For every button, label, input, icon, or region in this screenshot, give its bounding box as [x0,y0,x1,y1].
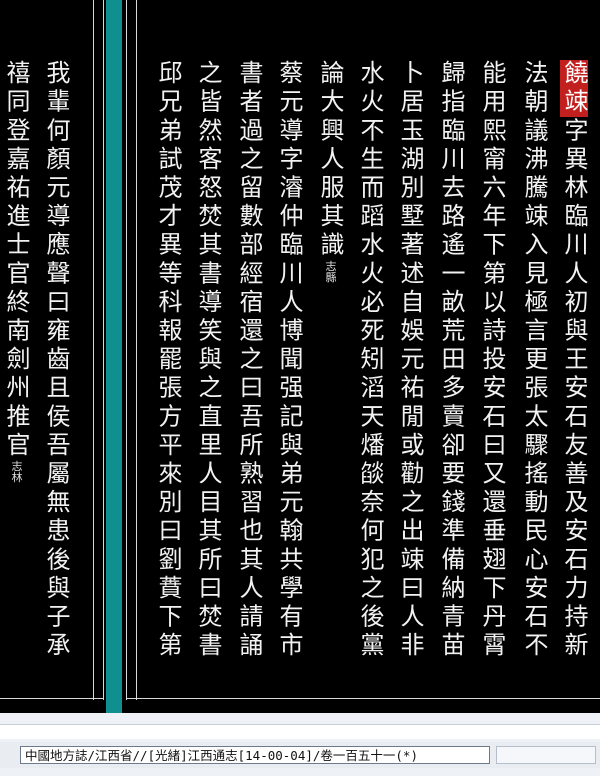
left-page-inner-border [103,0,104,700]
right-page-bottom-rule [126,698,600,699]
text-column: 蔡元導字濬仲臨川人博聞强記與弟元翰共學有市 [275,60,303,661]
text-column: 邱兄弟試茂才異等科報罷張方平來別曰劉蕡下第 [154,60,182,661]
highlighted-term[interactable]: 饒竦 [560,60,588,118]
column-text: 水火不生而蹈水火必死矧滔天燔燄奈何犯之後黨 [356,60,384,661]
right-page-inner-border [136,0,137,700]
text-column: 之皆然客怒焚其書導笑與之直里人目其所曰焚書 [194,60,222,661]
status-extra-field [496,746,596,764]
left-page-bottom-rule [0,698,103,699]
text-column: 論大興人服其識志縣 [316,60,344,282]
left-page-border [93,0,94,700]
scroll-strip[interactable] [0,724,600,739]
column-text: 我輩何顏元導應聲曰雍齒且侯吾屬無患後與子承 [42,60,70,661]
source-annotation: 志林 [10,460,23,483]
right-page-border [126,0,127,700]
column-text: 論大興人服其識 [316,60,344,261]
text-column: 我輩何顏元導應聲曰雍齒且侯吾屬無患後與子承 [42,60,70,661]
column-text: 法朝議沸騰竦入見極言更張太驟搖動民心安石不 [520,60,548,661]
text-column: 書者過之留數部經宿還之曰吾所熟習也其人請誦 [235,60,263,661]
column-text: 卜居玉湖別墅著述自娛元祐閒或勸之出竦曰人非 [396,60,424,661]
column-text: 字異林臨川人初與王安石友善及安石力持新 [560,117,588,661]
column-text: 能用熙甯六年下第以詩投安石曰又還垂翅下丹霄 [478,60,506,661]
document-viewer[interactable]: 饒竦字異林臨川人初與王安石友善及安石力持新 法朝議沸騰竦入見極言更張太驟搖動民心安… [0,0,600,713]
text-column: 法朝議沸騰竦入見極言更張太驟搖動民心安石不 [520,60,548,661]
column-text: 蔡元導字濬仲臨川人博聞强記與弟元翰共學有市 [275,60,303,661]
column-text: 之皆然客怒焚其書導笑與之直里人目其所曰焚書 [194,60,222,661]
document-path-field[interactable]: 中國地方誌/江西省//[光緒]江西通志[14-00-04]/卷一百五十一(*) [20,746,490,764]
column-text: 歸指臨川去路遙一畝荒田多賣卻要錢準備納青苗 [437,60,465,661]
text-column: 卜居玉湖別墅著述自娛元祐閒或勸之出竦曰人非 [396,60,424,661]
column-text: 書者過之留數部經宿還之曰吾所熟習也其人請誦 [235,60,263,661]
page-gutter [106,0,122,713]
column-text: 邱兄弟試茂才異等科報罷張方平來別曰劉蕡下第 [154,60,182,661]
column-text: 禧同登嘉祐進士官終南劍州推官 [2,60,30,461]
text-column: 禧同登嘉祐進士官終南劍州推官志林 [2,60,30,482]
text-column: 歸指臨川去路遙一畝荒田多賣卻要錢準備納青苗 [437,60,465,661]
text-column: 能用熙甯六年下第以詩投安石曰又還垂翅下丹霄 [478,60,506,661]
text-column: 饒竦字異林臨川人初與王安石友善及安石力持新 [560,60,588,661]
source-annotation: 志縣 [324,260,337,283]
text-column: 水火不生而蹈水火必死矧滔天燔燄奈何犯之後黨 [356,60,384,661]
